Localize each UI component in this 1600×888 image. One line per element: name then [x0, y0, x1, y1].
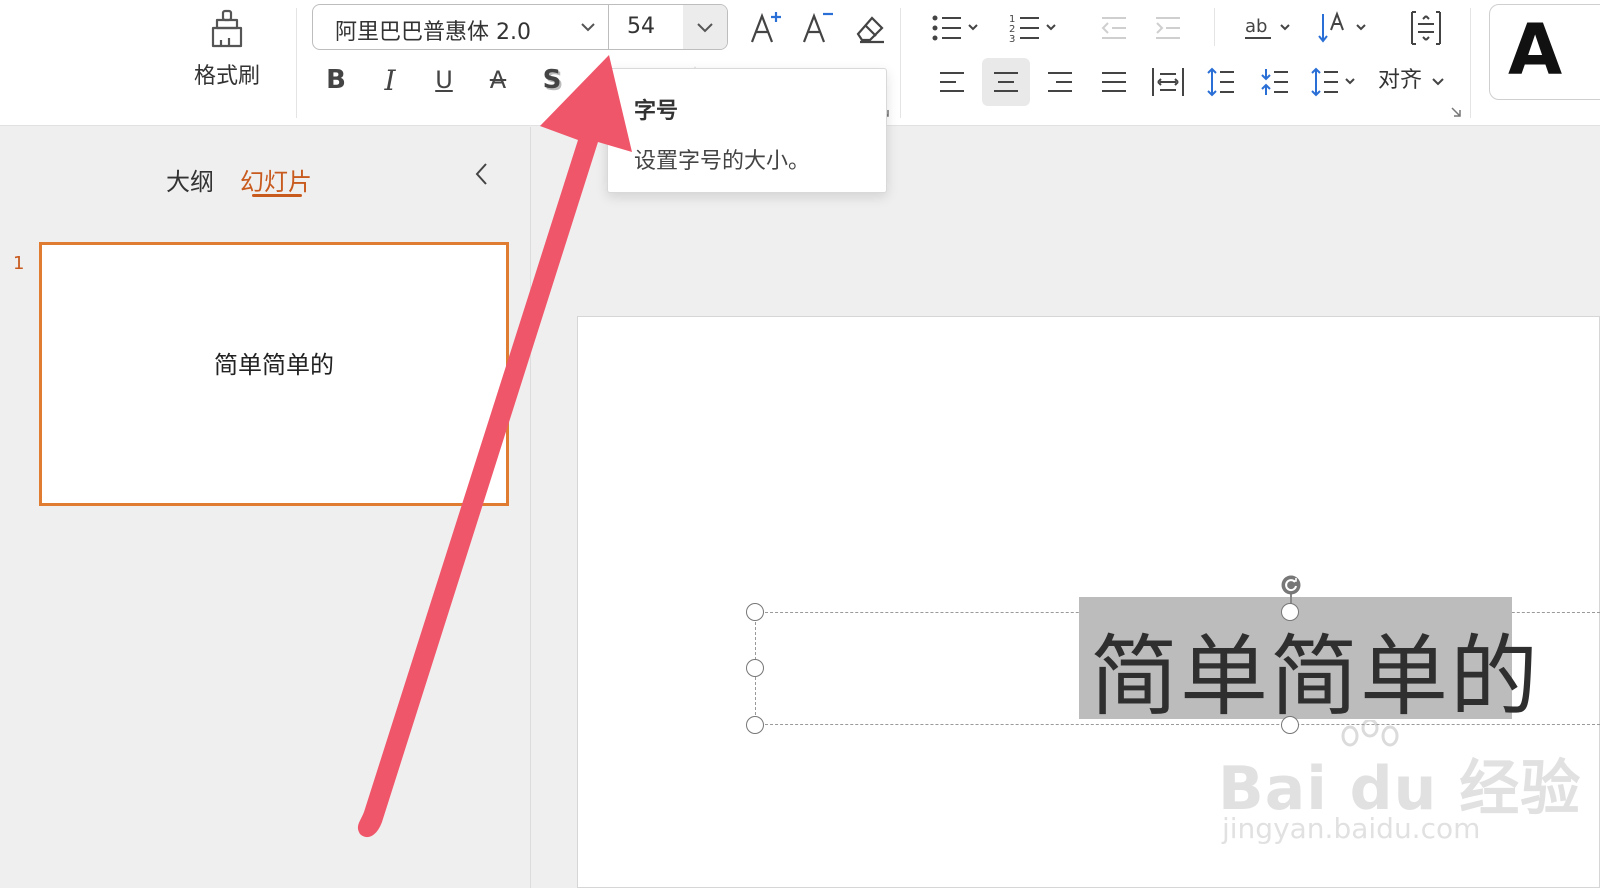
increase-indent-button[interactable]	[1148, 8, 1188, 48]
tooltip-title: 字号	[634, 99, 679, 124]
svg-text:3: 3	[1009, 34, 1015, 45]
align-left-button[interactable]	[930, 60, 974, 104]
distribute-button[interactable]	[1146, 60, 1190, 104]
resize-handle-top[interactable]	[1281, 603, 1299, 621]
align-left-icon	[940, 72, 964, 92]
numbered-list-icon: 123	[1009, 14, 1056, 45]
indent-icon	[1156, 17, 1180, 39]
increase-font-icon	[750, 12, 781, 43]
slide-panel: 大纲 幻灯片 1 简单简单的	[0, 127, 531, 888]
text-shadow-button[interactable]: S	[534, 60, 570, 100]
chevron-down-icon	[697, 23, 713, 33]
tooltip-description: 设置字号的大小。	[634, 149, 811, 174]
justify-icon	[1102, 72, 1126, 92]
ribbon-divider	[900, 8, 901, 118]
slide-thumbnail[interactable]: 简单简单的	[39, 242, 509, 506]
line-spacing-button[interactable]	[1308, 60, 1368, 104]
text-box-fit-icon	[1411, 11, 1441, 45]
resize-handle-bottom[interactable]	[1281, 716, 1299, 734]
font-size-dropdown-button[interactable]	[683, 5, 727, 49]
align-right-button[interactable]	[1038, 60, 1082, 104]
align-menu-button[interactable]: 对齐	[1372, 58, 1452, 102]
ribbon-divider	[1470, 8, 1471, 118]
font-combo: 阿里巴巴普惠体 2.0 54	[312, 4, 728, 50]
eraser-icon	[856, 16, 884, 44]
tab-slides[interactable]: 幻灯片	[240, 162, 312, 197]
decrease-paragraph-spacing-button[interactable]	[1254, 60, 1298, 104]
clear-format-button[interactable]	[848, 6, 892, 50]
text-style-preview-letter: A	[1508, 9, 1563, 91]
text-direction-icon: ab	[1245, 16, 1290, 39]
chevron-down-icon	[578, 17, 598, 41]
paragraph-spacing-increase-icon	[1207, 67, 1234, 97]
italic-button[interactable]: I	[372, 60, 408, 100]
font-name-value: 阿里巴巴普惠体 2.0	[335, 20, 531, 45]
numbered-list-button[interactable]: 123	[1006, 8, 1064, 48]
ribbon-divider	[296, 8, 297, 118]
resize-handle-left[interactable]	[746, 659, 764, 677]
format-painter-button[interactable]: 格式刷	[184, 4, 270, 100]
sort-icon	[1318, 11, 1366, 43]
text-direction-button[interactable]: ab	[1240, 8, 1298, 48]
underline-button[interactable]: U	[426, 60, 462, 100]
paragraph-dialog-launcher-icon[interactable]	[1450, 106, 1462, 118]
bullet-list-button[interactable]	[928, 8, 986, 48]
slide-text[interactable]: 简单简单的	[1090, 606, 1540, 733]
svg-text:ab: ab	[1245, 16, 1267, 37]
text-box-fit-button[interactable]	[1404, 6, 1448, 50]
chevron-left-icon	[475, 163, 487, 185]
distribute-icon	[1152, 68, 1184, 96]
active-tab-indicator	[252, 194, 302, 197]
bullet-list-icon	[932, 15, 978, 41]
justify-button[interactable]	[1092, 60, 1136, 104]
line-spacing-icon	[1311, 67, 1355, 97]
tab-outline[interactable]: 大纲	[166, 162, 214, 197]
align-center-icon	[994, 72, 1018, 92]
increase-font-size-button[interactable]	[744, 6, 788, 50]
decrease-font-icon	[802, 12, 833, 43]
font-size-value: 54	[627, 14, 655, 39]
strikethrough-button[interactable]: A	[480, 60, 516, 100]
bold-button[interactable]: B	[318, 60, 354, 100]
watermark-url: jingyan.baidu.com	[1222, 812, 1481, 845]
rotate-icon	[1281, 575, 1301, 595]
paragraph-spacing-decrease-icon	[1261, 69, 1288, 95]
increase-paragraph-spacing-button[interactable]	[1200, 60, 1244, 104]
chevron-down-icon	[1432, 78, 1444, 86]
sort-text-button[interactable]	[1316, 8, 1374, 48]
resize-handle-top-left[interactable]	[746, 603, 764, 621]
collapse-panel-button[interactable]	[472, 161, 492, 191]
font-size-select[interactable]: 54	[609, 5, 727, 49]
decrease-indent-button[interactable]	[1094, 8, 1134, 48]
align-right-icon	[1048, 72, 1072, 92]
resize-handle-bottom-left[interactable]	[746, 716, 764, 734]
decrease-font-size-button[interactable]	[796, 6, 840, 50]
format-painter-label: 格式刷	[193, 64, 260, 89]
text-style-preview[interactable]: A	[1489, 4, 1600, 100]
slide-number: 1	[13, 253, 25, 274]
rotate-handle[interactable]	[1280, 574, 1302, 600]
format-painter-icon	[205, 8, 249, 52]
align-center-button[interactable]	[982, 58, 1030, 106]
font-name-select[interactable]: 阿里巴巴普惠体 2.0	[313, 5, 609, 49]
align-label: 对齐	[1378, 68, 1423, 93]
slide-thumbnail-text: 简单简单的	[214, 351, 334, 379]
font-size-tooltip: 字号 设置字号的大小。	[607, 68, 887, 193]
outdent-icon	[1101, 17, 1126, 39]
ribbon-divider	[1214, 8, 1215, 46]
